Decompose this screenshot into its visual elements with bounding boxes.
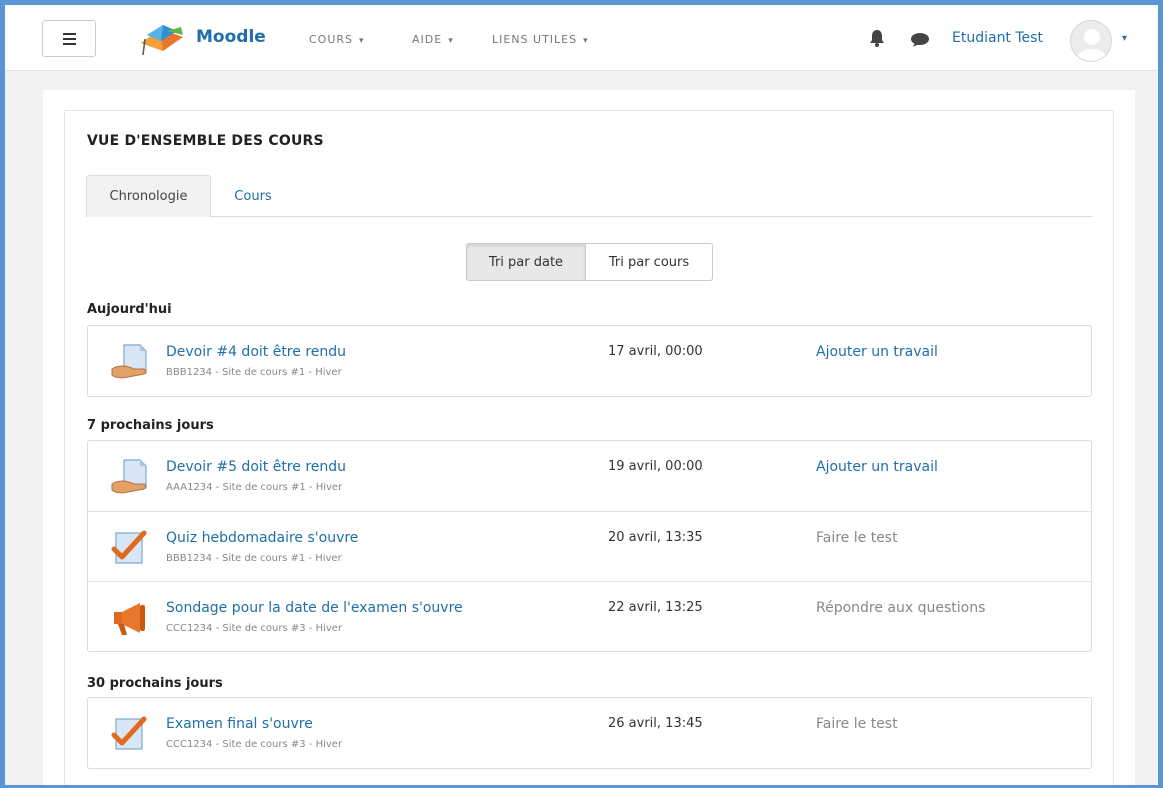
menu-courses-label: COURS bbox=[309, 33, 354, 46]
caret-down-icon: ▾ bbox=[583, 36, 589, 46]
event-date: 19 avril, 00:00 bbox=[608, 459, 703, 474]
hamburger-bar bbox=[62, 32, 76, 35]
event-name-link[interactable]: Devoir #5 doit être rendu bbox=[166, 459, 346, 475]
event-course: BBB1234 - Site de cours #1 - Hiver bbox=[166, 367, 342, 378]
assignment-icon bbox=[111, 344, 147, 379]
quiz-icon bbox=[111, 716, 147, 750]
event-action-link[interactable]: Ajouter un travail bbox=[816, 344, 938, 360]
sort-by-date-button[interactable]: Tri par date bbox=[466, 243, 586, 281]
browser-frame: Moodle COURS ▾ AIDE ▾ LIENS UTILES ▾ Etudia… bbox=[0, 0, 1163, 788]
feedback-megaphone-icon bbox=[114, 603, 145, 635]
event-action-text: Faire le test bbox=[816, 716, 898, 732]
event-date: 26 avril, 13:45 bbox=[608, 716, 703, 731]
sort-by-course-button[interactable]: Tri par cours bbox=[586, 243, 713, 281]
event-course: CCC1234 - Site de cours #3 - Hiver bbox=[166, 623, 343, 634]
section-label-next-7-days: 7 prochains jours bbox=[87, 418, 214, 433]
user-menu-caret-icon[interactable]: ▾ bbox=[1122, 33, 1127, 44]
event-name-link[interactable]: Quiz hebdomadaire s'ouvre bbox=[166, 530, 358, 546]
block-title: VUE D'ENSEMBLE DES COURS bbox=[87, 133, 324, 149]
top-navbar: Moodle COURS ▾ AIDE ▾ LIENS UTILES ▾ Etudia… bbox=[5, 5, 1158, 71]
menu-toggle-button[interactable] bbox=[42, 20, 96, 57]
section-label-next-30-days: 30 prochains jours bbox=[87, 676, 223, 691]
notification-bell-icon[interactable] bbox=[869, 29, 885, 47]
messages-chat-icon[interactable] bbox=[910, 32, 930, 48]
event-list-next-30-days: Examen final s'ouvre CCC1234 - Site de c… bbox=[87, 697, 1092, 769]
event-date: 22 avril, 13:25 bbox=[608, 600, 703, 615]
menu-useful-links-label: LIENS UTILES bbox=[492, 33, 578, 46]
user-name[interactable]: Etudiant Test bbox=[952, 30, 1043, 46]
sort-toggle-group: Tri par date Tri par cours bbox=[466, 243, 713, 281]
event-row: Quiz hebdomadaire s'ouvre BBB1234 - Site… bbox=[88, 511, 1091, 581]
event-name-link[interactable]: Devoir #4 doit être rendu bbox=[166, 344, 346, 360]
caret-down-icon: ▾ bbox=[359, 36, 365, 46]
event-action-text: Répondre aux questions bbox=[816, 600, 986, 616]
tab-timeline[interactable]: Chronologie bbox=[86, 175, 211, 217]
moodle-logo-icon[interactable] bbox=[137, 21, 187, 57]
assignment-icon bbox=[111, 459, 147, 494]
hamburger-bar bbox=[62, 42, 76, 45]
event-name-link[interactable]: Examen final s'ouvre bbox=[166, 716, 313, 732]
user-avatar[interactable] bbox=[1070, 20, 1112, 62]
event-course: AAA1234 - Site de cours #1 - Hiver bbox=[166, 482, 343, 493]
event-action-link[interactable]: Ajouter un travail bbox=[816, 459, 938, 475]
caret-down-icon: ▾ bbox=[448, 36, 454, 46]
event-list-next-7-days: Devoir #5 doit être rendu AAA1234 - Site… bbox=[87, 440, 1092, 652]
quiz-icon bbox=[111, 530, 147, 564]
event-row: Devoir #4 doit être rendu BBB1234 - Site… bbox=[88, 326, 1091, 396]
event-date: 17 avril, 00:00 bbox=[608, 344, 703, 359]
event-course: CCC1234 - Site de cours #3 - Hiver bbox=[166, 739, 343, 750]
event-name-link[interactable]: Sondage pour la date de l'examen s'ouvre bbox=[166, 600, 463, 616]
event-list-today: Devoir #4 doit être rendu BBB1234 - Site… bbox=[87, 325, 1092, 397]
event-action-text: Faire le test bbox=[816, 530, 898, 546]
brand-name[interactable]: Moodle bbox=[196, 27, 266, 47]
event-row: Examen final s'ouvre CCC1234 - Site de c… bbox=[88, 698, 1091, 768]
section-label-today: Aujourd'hui bbox=[87, 302, 172, 317]
menu-help[interactable]: AIDE ▾ bbox=[412, 33, 454, 46]
event-row: Sondage pour la date de l'examen s'ouvre… bbox=[88, 581, 1091, 651]
tab-courses[interactable]: Cours bbox=[223, 175, 283, 217]
menu-help-label: AIDE bbox=[412, 33, 443, 46]
event-date: 20 avril, 13:35 bbox=[608, 530, 703, 545]
menu-courses[interactable]: COURS ▾ bbox=[309, 33, 365, 46]
menu-useful-links[interactable]: LIENS UTILES ▾ bbox=[492, 33, 589, 46]
hamburger-bar bbox=[62, 37, 76, 40]
event-row: Devoir #5 doit être rendu AAA1234 - Site… bbox=[88, 441, 1091, 511]
default-avatar-icon bbox=[1071, 21, 1111, 61]
event-course: BBB1234 - Site de cours #1 - Hiver bbox=[166, 553, 342, 564]
